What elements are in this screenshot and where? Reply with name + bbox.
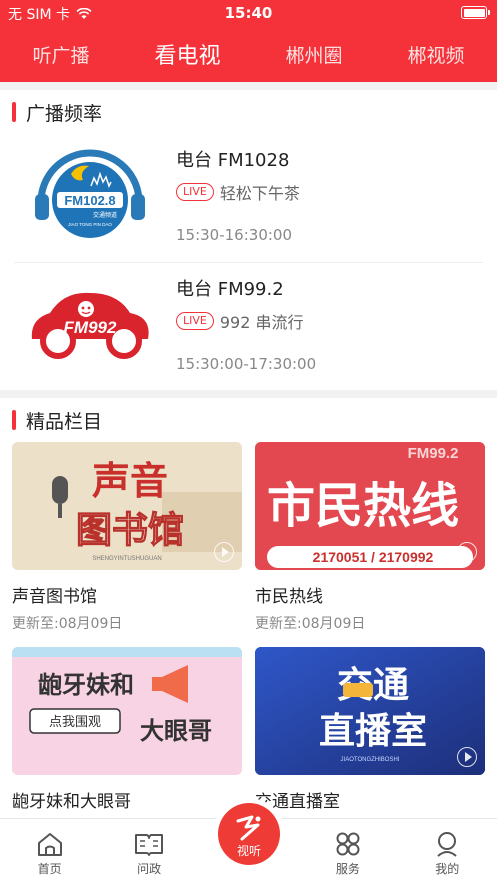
column-thumbnail[interactable]: 交通 直播室 JIAOTONGZHIBOSHI [255,647,485,775]
program-time: 15:30:00-17:30:00 [176,355,317,373]
column-card[interactable]: FM99.2 市民热线 2170051 / 2170992 市民热线 更新至:0… [255,442,485,633]
program-name: 轻松下午茶 [219,184,300,203]
tab-av-button[interactable]: 视听 [213,798,285,870]
program-time: 15:30-16:30:00 [176,226,293,244]
logo-text: FM992 [64,318,117,337]
section-header: 精品栏目 [0,398,497,442]
main-content[interactable]: 广播频率 FM102.8 交通频道 JIAO TONG PIN DAO 电台 F… [0,82,497,818]
battery-icon [461,6,490,19]
column-card[interactable]: 交通 直播室 JIAOTONGZHIBOSHI 交通直播室 [255,647,485,812]
column-updated: 更新至:08月09日 [255,616,366,632]
live-row: LIVE 992 串流行 [176,309,304,333]
tab-chenzhou-circle[interactable]: 郴州圈 [279,37,348,72]
section-header: 广播频率 [0,90,497,134]
station-name: 电台 FM1028 [176,150,290,171]
column-updated: 更新至:08月09日 [12,616,123,632]
divider [0,82,497,90]
broadcast-section: 广播频率 FM102.8 交通频道 JIAO TONG PIN DAO 电台 F… [0,90,497,390]
tab-watch-tv[interactable]: 看电视 [148,34,226,74]
station-logo: FM992 [20,273,160,373]
services-icon [336,832,360,856]
logo-text: FM102.8 [64,193,115,208]
play-icon[interactable] [457,747,477,767]
column-thumbnail[interactable]: 龅牙妹和 点我围观 大眼哥 [12,647,242,775]
section-title: 广播频率 [26,102,103,125]
tab-inquiry[interactable]: 问政 [114,831,184,877]
thumb-line: 市民热线 [267,478,459,534]
logo-pinyin: JIAO TONG PIN DAO [68,222,112,227]
column-card[interactable]: 声音 图书馆 SHENGYINTUSHUGUAN 声音图书馆 更新至:08月09… [12,442,242,633]
tab-service[interactable]: 服务 [313,831,383,877]
thumb-tag: 点我围观 [49,715,101,730]
clock: 15:40 [224,4,273,22]
av-button-inner[interactable]: 视听 [218,803,280,865]
thumb-line: 龅牙妹和 [38,671,134,699]
live-row: LIVE 轻松下午茶 [176,180,300,204]
user-icon [437,832,457,857]
column-card[interactable]: 龅牙妹和 点我围观 大眼哥 龅牙妹和大眼哥 [12,647,242,812]
station-logo: FM102.8 交通频道 JIAO TONG PIN DAO [20,144,160,244]
station-name: 电台 FM99.2 [176,279,284,300]
tab-profile[interactable]: 我的 [412,831,482,877]
tab-label: 视听 [236,844,261,858]
tab-home[interactable]: 首页 [15,831,85,877]
top-nav: 听广播 看电视 郴州圈 郴视频 [0,26,497,82]
home-icon [37,833,62,856]
tab-chen-video[interactable]: 郴视频 [401,37,470,72]
program-name: 992 串流行 [219,313,304,332]
column-title: 声音图书馆 [12,587,97,607]
live-badge: LIVE [176,183,214,201]
thumb-caption: JIAOTONGZHIBOSHI [341,757,400,763]
column-thumbnail[interactable]: FM99.2 市民热线 2170051 / 2170992 [255,442,485,570]
section-accent-bar [12,410,16,430]
section-accent-bar [12,102,16,122]
thumb-line: 图书馆 [76,510,184,551]
premium-section: 精品栏目 声音 图书馆 SHENGYINTUSHUGUAN 声音图书馆 更新至:… [0,398,497,818]
thumb-caption: SHENGYINTUSHUGUAN [92,556,161,562]
radio-station-item[interactable]: FM102.8 交通频道 JIAO TONG PIN DAO 电台 FM1028… [14,134,483,262]
divider [0,390,497,398]
column-thumbnail[interactable]: 声音 图书馆 SHENGYINTUSHUGUAN [12,442,242,570]
column-title: 龅牙妹和大眼哥 [12,792,131,812]
column-title: 市民热线 [255,587,323,607]
column-grid: 声音 图书馆 SHENGYINTUSHUGUAN 声音图书馆 更新至:08月09… [0,442,497,818]
tab-label: 服务 [335,862,360,876]
tab-label: 我的 [435,862,460,876]
thumb-line: 大眼哥 [140,717,212,745]
play-icon[interactable] [214,542,234,562]
live-badge: LIVE [176,312,214,330]
thumb-tag: FM99.2 [408,445,459,462]
tab-listen-radio[interactable]: 听广播 [26,37,95,72]
column-title: 交通直播室 [255,792,340,812]
play-icon[interactable] [457,542,477,562]
logo-subtext: 交通频道 [93,211,117,219]
thumb-line: 直播室 [319,711,427,752]
av-logo-icon [236,815,261,841]
status-bar: 无 SIM 卡 15:40 [0,0,497,26]
tab-label: 问政 [137,862,162,876]
book-icon [135,834,164,856]
radio-station-item[interactable]: FM992 电台 FM99.2 LIVE 992 串流行 15:30:00-17… [14,262,483,390]
section-title: 精品栏目 [26,410,103,433]
tab-label: 首页 [37,862,62,876]
thumb-line: 声音 [92,459,168,503]
thumb-phone: 2170051 / 2170992 [313,549,434,565]
